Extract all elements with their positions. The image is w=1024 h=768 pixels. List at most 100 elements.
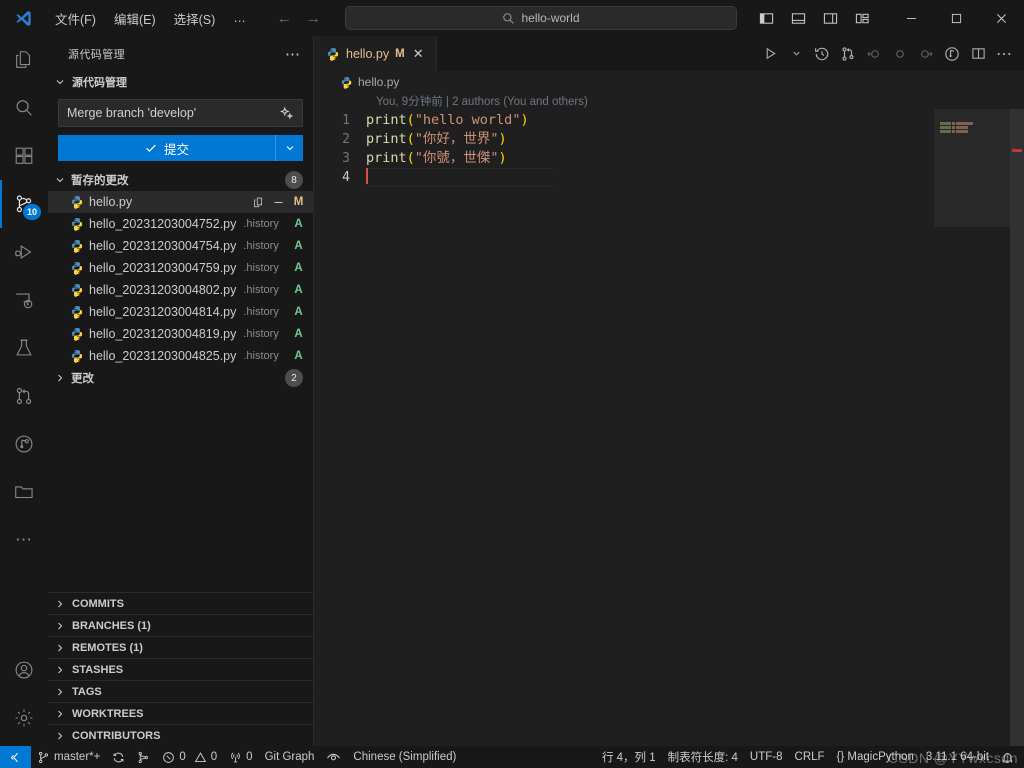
code-lines[interactable]: print("hello world") print("你好，世界") prin… <box>366 109 1024 746</box>
tab-hello-py[interactable]: hello.py M ✕ <box>314 36 437 71</box>
activity-source-control[interactable]: 10 <box>0 180 48 228</box>
previous-change-button[interactable] <box>862 42 886 66</box>
source-control-provider-header[interactable]: 源代码管理 <box>48 71 313 93</box>
status-language-pack[interactable]: Chinese (Simplified) <box>347 746 462 768</box>
status-eol[interactable]: CRLF <box>789 746 831 768</box>
section-commits[interactable]: COMMITS <box>48 592 313 614</box>
toggle-secondary-sidebar-button[interactable] <box>819 7 841 29</box>
activity-git-graph[interactable] <box>0 420 48 468</box>
eye-icon <box>326 750 341 765</box>
section-worktrees[interactable]: WORKTREES <box>48 702 313 724</box>
code-editor[interactable]: 1 2 3 4 print("hello world") print("你好，世… <box>314 109 1024 746</box>
status-watch[interactable] <box>320 746 347 768</box>
status-badge: A <box>294 240 303 252</box>
status-sync[interactable] <box>106 746 131 768</box>
python-file-icon <box>70 217 84 231</box>
commit-message-input[interactable]: Merge branch 'develop' <box>58 99 303 127</box>
activity-remote-explorer[interactable] <box>0 276 48 324</box>
status-git-actions[interactable] <box>131 746 156 768</box>
activity-folder[interactable] <box>0 468 48 516</box>
arrow-right-icon[interactable]: → <box>306 10 321 27</box>
git-blame-toggle-button[interactable] <box>940 42 964 66</box>
run-python-file-button[interactable] <box>758 42 782 66</box>
status-python-interpreter[interactable]: 3.11.1 64-bit <box>920 746 995 768</box>
split-editor-button[interactable] <box>966 42 990 66</box>
overview-ruler[interactable] <box>1010 109 1024 746</box>
activity-more[interactable]: ⋯ <box>0 516 48 564</box>
status-encoding[interactable]: UTF-8 <box>744 746 789 768</box>
section-tags[interactable]: TAGS <box>48 680 313 702</box>
changes-header[interactable]: 更改 2 <box>48 367 313 389</box>
activity-extensions[interactable] <box>0 132 48 180</box>
toggle-primary-sidebar-button[interactable] <box>755 7 777 29</box>
activity-pull-requests[interactable] <box>0 372 48 420</box>
activity-explorer[interactable] <box>0 36 48 84</box>
status-remote-window[interactable] <box>0 746 31 768</box>
menu-more[interactable]: … <box>224 7 255 29</box>
status-cursor-position[interactable]: 行 4，列 1 <box>596 746 662 768</box>
sidebar-more-actions-icon[interactable]: ⋯ <box>279 45 307 63</box>
table-row[interactable]: hello.py M <box>48 191 313 213</box>
command-center-search[interactable]: hello-world <box>345 6 737 30</box>
status-problems[interactable]: 0 0 <box>156 746 223 768</box>
next-change-button[interactable] <box>914 42 938 66</box>
maximize-button[interactable] <box>934 0 979 36</box>
editor-more-actions-button[interactable]: ⋯ <box>992 42 1016 66</box>
table-row[interactable]: hello_20231203004754.py .history A <box>48 235 313 257</box>
status-language-mode[interactable]: {} MagicPython <box>831 746 920 768</box>
layout-toggles <box>755 7 873 29</box>
section-stashes[interactable]: STASHES <box>48 658 313 680</box>
menu-edit[interactable]: 编辑(E) <box>105 5 165 32</box>
unstage-changes-icon[interactable] <box>272 196 285 209</box>
close-icon[interactable]: ✕ <box>411 46 426 62</box>
git-compare-button[interactable] <box>836 42 860 66</box>
section-remotes[interactable]: REMOTES (1) <box>48 636 313 658</box>
token-paren: ) <box>498 150 507 166</box>
file-directory: .history <box>243 350 279 362</box>
table-row[interactable]: hello_20231203004802.py .history A <box>48 279 313 301</box>
check-icon <box>144 141 158 155</box>
timeline-history-button[interactable] <box>810 42 834 66</box>
run-options-dropdown[interactable] <box>784 42 808 66</box>
minimize-button[interactable] <box>889 0 934 36</box>
python-file-icon <box>70 261 84 275</box>
open-file-icon[interactable] <box>252 196 265 209</box>
table-row[interactable]: hello_20231203004752.py .history A <box>48 213 313 235</box>
line-number: 2 <box>342 132 350 147</box>
table-row[interactable]: hello_20231203004819.py .history A <box>48 323 313 345</box>
table-row[interactable]: hello_20231203004825.py .history A <box>48 345 313 367</box>
menu-selection[interactable]: 选择(S) <box>165 5 225 32</box>
status-language-mode-label: {} MagicPython <box>836 751 914 763</box>
section-contributors[interactable]: CONTRIBUTORS <box>48 724 313 746</box>
status-ports[interactable]: 0 <box>223 746 258 768</box>
section-label: WORKTREES <box>72 707 144 720</box>
change-marker-button[interactable] <box>888 42 912 66</box>
status-notifications[interactable] <box>995 746 1020 768</box>
menu-file[interactable]: 文件(F) <box>46 5 105 32</box>
error-icon <box>162 751 175 764</box>
customize-layout-button[interactable] <box>851 7 873 29</box>
breadcrumb[interactable]: hello.py <box>314 71 1024 93</box>
section-branches[interactable]: BRANCHES (1) <box>48 614 313 636</box>
status-git-graph[interactable]: Git Graph <box>259 746 321 768</box>
minimap[interactable] <box>934 109 1010 746</box>
activity-run-debug[interactable] <box>0 228 48 276</box>
arrow-left-icon[interactable]: ← <box>277 10 292 27</box>
status-indentation[interactable]: 制表符长度: 4 <box>662 746 744 768</box>
staged-changes-header[interactable]: 暂存的更改 8 <box>48 169 313 191</box>
status-cursor-position-label: 行 4，列 1 <box>601 752 656 764</box>
activity-settings[interactable] <box>0 694 48 742</box>
activity-search[interactable] <box>0 84 48 132</box>
close-button[interactable] <box>979 0 1024 36</box>
commit-button-label: 提交 <box>163 142 189 157</box>
commit-options-dropdown[interactable] <box>275 135 303 161</box>
activity-testing[interactable] <box>0 324 48 372</box>
sparkle-ai-icon[interactable] <box>279 106 294 121</box>
status-branch[interactable]: master*+ <box>31 746 106 768</box>
editor-action-bar: ⋯ <box>758 36 1024 71</box>
table-row[interactable]: hello_20231203004759.py .history A <box>48 257 313 279</box>
table-row[interactable]: hello_20231203004814.py .history A <box>48 301 313 323</box>
activity-account[interactable] <box>0 646 48 694</box>
commit-button[interactable]: 提交 <box>58 135 275 161</box>
toggle-panel-button[interactable] <box>787 7 809 29</box>
